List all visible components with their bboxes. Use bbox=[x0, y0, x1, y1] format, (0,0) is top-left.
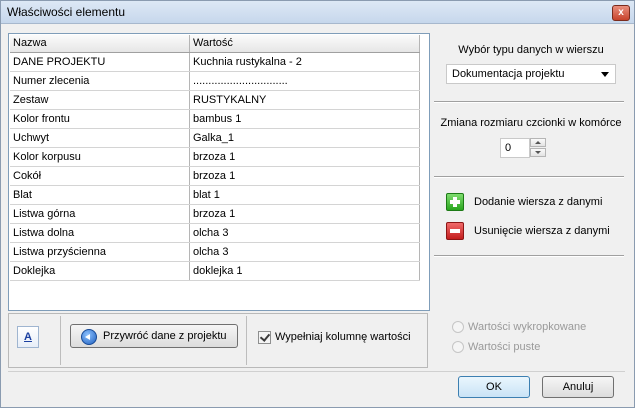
fill-column-checkbox[interactable] bbox=[258, 331, 271, 344]
decrement-arrow-icon[interactable] bbox=[530, 148, 546, 157]
table-row[interactable]: Doklejka doklejka 1 bbox=[10, 262, 420, 281]
property-value-cell[interactable]: Kuchnia rustykalna - 2 bbox=[190, 53, 420, 71]
window-title: Właściwości elementu bbox=[7, 5, 126, 19]
table-row[interactable]: Kolor frontu bambus 1 bbox=[10, 110, 420, 129]
empty-values-radio[interactable] bbox=[452, 341, 464, 353]
table-row[interactable]: Blat blat 1 bbox=[10, 186, 420, 205]
table-row[interactable]: Numer zlecenia..........................… bbox=[10, 72, 420, 91]
add-row-label: Dodanie wiersza z danymi bbox=[474, 196, 603, 208]
property-name-cell: Zestaw bbox=[10, 91, 190, 109]
table-row[interactable]: Listwa górna brzoza 1 bbox=[10, 205, 420, 224]
divider bbox=[434, 255, 624, 257]
font-size-label: Zmiana rozmiaru czcionki w komórce bbox=[440, 117, 622, 129]
fill-column-label[interactable]: Wypełniaj kolumnę wartości bbox=[275, 331, 411, 343]
empty-values-label[interactable]: Wartości puste bbox=[468, 341, 540, 353]
toolbar-separator bbox=[246, 316, 247, 365]
property-value-cell[interactable]: blat 1 bbox=[190, 186, 420, 204]
property-name-cell: Kolor korpusu bbox=[10, 148, 190, 166]
column-header-value[interactable]: Wartość bbox=[190, 35, 420, 52]
font-size-input[interactable]: 0 bbox=[500, 138, 530, 158]
remove-row-label: Usunięcie wiersza z danymi bbox=[474, 225, 610, 237]
property-name-cell: Blat bbox=[10, 186, 190, 204]
font-settings-button[interactable]: A bbox=[17, 326, 39, 348]
restore-arrow-icon bbox=[81, 329, 97, 345]
ok-button[interactable]: OK bbox=[458, 376, 530, 398]
property-name-cell: Numer zlecenia bbox=[10, 72, 190, 90]
data-type-label: Wybór typu danych w wierszu bbox=[458, 44, 604, 56]
data-type-dropdown[interactable]: Dokumentacja projektu bbox=[446, 64, 616, 84]
property-name-cell: Doklejka bbox=[10, 262, 190, 280]
dotted-values-label[interactable]: Wartości wykropkowane bbox=[468, 321, 586, 333]
property-name-cell: Kolor frontu bbox=[10, 110, 190, 128]
title-bar: Właściwości elementu x bbox=[1, 1, 634, 24]
table-row[interactable]: Uchwyt Galka_1 bbox=[10, 129, 420, 148]
property-value-cell[interactable]: doklejka 1 bbox=[190, 262, 420, 280]
data-type-value: Dokumentacja projektu bbox=[452, 68, 565, 80]
font-a-icon: A bbox=[24, 331, 32, 343]
property-value-cell[interactable]: ............................... bbox=[190, 72, 420, 90]
cancel-button[interactable]: Anuluj bbox=[542, 376, 614, 398]
property-value-cell[interactable]: RUSTYKALNY bbox=[190, 91, 420, 109]
remove-row-button[interactable]: Usunięcie wiersza z danymi bbox=[446, 221, 610, 241]
table-row[interactable]: Listwa przyścienna olcha 3 bbox=[10, 243, 420, 262]
font-size-stepper[interactable]: 0 bbox=[500, 138, 548, 158]
table-row[interactable]: Cokół brzoza 1 bbox=[10, 167, 420, 186]
plus-icon bbox=[446, 193, 464, 211]
property-name-cell: Listwa dolna bbox=[10, 224, 190, 242]
footer-divider bbox=[8, 371, 625, 372]
divider bbox=[434, 176, 624, 178]
toolbar-separator bbox=[60, 316, 61, 365]
grid-header: Nazwa Wartość bbox=[10, 35, 420, 53]
property-value-cell[interactable]: olcha 3 bbox=[190, 243, 420, 261]
property-name-cell: DANE PROJEKTU bbox=[10, 53, 190, 71]
properties-grid[interactable]: Nazwa Wartość DANE PROJEKTU Kuchnia rusty… bbox=[8, 33, 430, 311]
dotted-values-radio[interactable] bbox=[452, 321, 464, 333]
column-header-name[interactable]: Nazwa bbox=[10, 35, 190, 52]
restore-project-data-button[interactable]: Przywróć dane z projektu bbox=[70, 324, 238, 348]
increment-arrow-icon[interactable] bbox=[530, 138, 546, 147]
property-value-cell[interactable]: brzoza 1 bbox=[190, 167, 420, 185]
add-row-button[interactable]: Dodanie wiersza z danymi bbox=[446, 192, 602, 212]
divider bbox=[434, 101, 624, 103]
close-button[interactable]: x bbox=[612, 5, 630, 21]
property-name-cell: Uchwyt bbox=[10, 129, 190, 147]
property-name-cell: Listwa górna bbox=[10, 205, 190, 223]
restore-project-data-label: Przywróć dane z projektu bbox=[103, 330, 227, 342]
property-name-cell: Listwa przyścienna bbox=[10, 243, 190, 261]
minus-icon bbox=[446, 222, 464, 240]
chevron-down-icon bbox=[601, 72, 609, 77]
property-value-cell[interactable]: brzoza 1 bbox=[190, 148, 420, 166]
property-name-cell: Cokół bbox=[10, 167, 190, 185]
table-row[interactable]: DANE PROJEKTU Kuchnia rustykalna - 2 bbox=[10, 53, 420, 72]
property-value-cell[interactable]: Galka_1 bbox=[190, 129, 420, 147]
property-value-cell[interactable]: olcha 3 bbox=[190, 224, 420, 242]
table-row[interactable]: Kolor korpusu brzoza 1 bbox=[10, 148, 420, 167]
property-value-cell[interactable]: brzoza 1 bbox=[190, 205, 420, 223]
table-row[interactable]: Listwa dolna olcha 3 bbox=[10, 224, 420, 243]
table-row[interactable]: Zestaw RUSTYKALNY bbox=[10, 91, 420, 110]
property-value-cell[interactable]: bambus 1 bbox=[190, 110, 420, 128]
